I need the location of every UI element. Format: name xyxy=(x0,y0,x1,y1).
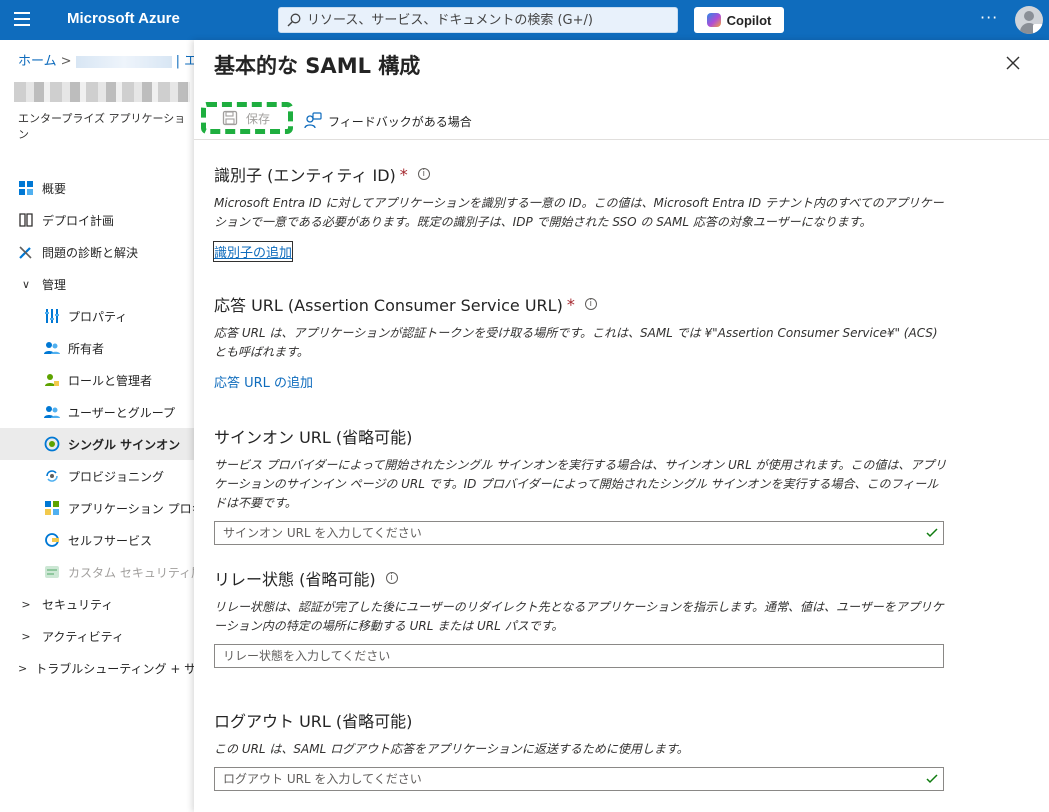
logout-url-title: ログアウト URL (省略可能) xyxy=(214,712,413,731)
logout-url-input[interactable] xyxy=(215,768,943,790)
sidebar-item-provisioning[interactable]: プロビジョニング xyxy=(0,460,194,492)
breadcrumb-tail[interactable]: | エ xyxy=(176,54,194,69)
lock-icon xyxy=(1033,24,1043,34)
copilot-label: Copilot xyxy=(726,12,772,28)
redacted-app-title xyxy=(14,82,190,102)
saml-config-blade: 基本的な SAML 構成 保存 フィードバックがある場合 識別子 (エンティティ… xyxy=(194,40,1049,812)
sidebar: ホーム > | エ エンタープライズ アプリケーション 概要 デプロイ計画 問題の… xyxy=(0,40,194,812)
wrench-icon xyxy=(18,244,34,260)
brand-title[interactable]: Microsoft Azure xyxy=(67,10,180,27)
section-signon-url: サインオン URL (省略可能) サービス プロバイダーによって開始されたシング… xyxy=(214,424,954,545)
sidebar-item-app-proxy[interactable]: アプリケーション プロキシ xyxy=(0,492,194,524)
copilot-button[interactable]: Copilot xyxy=(694,7,784,33)
chevron-right-icon: > xyxy=(18,661,28,675)
sidebar-item-properties[interactable]: プロパティ xyxy=(0,300,194,332)
feedback-icon xyxy=(304,112,322,129)
section-identifier: 識別子 (エンティティ ID) * i Microsoft Entra ID に… xyxy=(212,162,954,262)
checkmark-icon xyxy=(926,528,938,538)
sidebar-item-roles-admins[interactable]: ロールと管理者 xyxy=(0,364,194,396)
sidebar-item-overview[interactable]: 概要 xyxy=(0,172,194,204)
save-label: 保存 xyxy=(246,111,271,126)
relay-state-title: リレー状態 (省略可能) xyxy=(214,570,376,589)
signon-url-field xyxy=(214,521,944,545)
attributes-icon xyxy=(44,564,60,580)
info-icon[interactable]: i xyxy=(584,298,597,310)
section-reply-url: 応答 URL (Assertion Consumer Service URL) … xyxy=(214,292,954,392)
overview-icon xyxy=(18,180,34,196)
breadcrumb: ホーム > | エ xyxy=(18,50,194,69)
user-role-icon xyxy=(44,372,60,388)
users-icon xyxy=(44,340,60,356)
relay-state-field xyxy=(214,644,944,668)
signon-url-title: サインオン URL (省略可能) xyxy=(214,428,413,447)
save-button[interactable]: 保存 xyxy=(201,102,293,134)
users-groups-icon xyxy=(44,404,60,420)
logout-url-field xyxy=(214,767,944,791)
section-relay-state: リレー状態 (省略可能) i リレー状態は、認証が完了した後にユーザーのリダイレ… xyxy=(214,566,954,668)
save-icon xyxy=(222,110,238,126)
feedback-button[interactable]: フィードバックがある場合 xyxy=(304,112,472,130)
sidebar-item-custom-security-attributes: カスタム セキュリティ属性 xyxy=(0,556,194,588)
sidebar-item-users-groups[interactable]: ユーザーとグループ xyxy=(0,396,194,428)
add-reply-url-link[interactable]: 応答 URL の追加 xyxy=(214,372,313,391)
app-subtitle: エンタープライズ アプリケーション xyxy=(18,112,186,141)
search-input[interactable] xyxy=(307,12,667,28)
feedback-label: フィードバックがある場合 xyxy=(328,114,472,129)
sidebar-nav: 概要 デプロイ計画 問題の診断と解決 ∨ 管理 プロパティ 所有者 ロールと管理… xyxy=(0,172,194,684)
close-icon[interactable] xyxy=(1004,54,1022,72)
toolbar: 保存 フィードバックがある場合 xyxy=(194,100,1049,140)
info-icon[interactable]: i xyxy=(385,572,398,584)
reply-url-description: 応答 URL は、アプリケーションが認証トークンを受け取る場所です。これは、SA… xyxy=(214,326,938,359)
provisioning-icon xyxy=(44,468,60,484)
app-proxy-icon xyxy=(44,500,60,516)
properties-icon xyxy=(44,308,60,324)
redacted-app-name xyxy=(75,55,172,68)
section-logout-url: ログアウト URL (省略可能) この URL は、SAML ログアウト応答をア… xyxy=(214,708,954,791)
sidebar-group-manage[interactable]: ∨ 管理 xyxy=(0,268,194,300)
chevron-right-icon: > xyxy=(21,597,31,611)
relay-state-input[interactable] xyxy=(215,645,943,667)
top-bar: Microsoft Azure Copilot ··· xyxy=(0,0,1049,40)
breadcrumb-separator: > xyxy=(60,54,72,69)
sidebar-group-troubleshooting[interactable]: > トラブルシューティング + サポート xyxy=(0,652,194,684)
page-title: 基本的な SAML 構成 xyxy=(214,54,421,78)
sidebar-item-owners[interactable]: 所有者 xyxy=(0,332,194,364)
relay-state-description: リレー状態は、認証が完了した後にユーザーのリダイレクト先となるアプリケーションを… xyxy=(214,600,944,633)
chevron-down-icon: ∨ xyxy=(21,277,31,291)
hamburger-menu-icon[interactable] xyxy=(14,12,32,28)
info-icon[interactable]: i xyxy=(417,168,430,180)
reply-url-title: 応答 URL (Assertion Consumer Service URL) xyxy=(214,296,563,315)
sidebar-item-single-sign-on[interactable]: シングル サインオン xyxy=(0,428,194,460)
book-icon xyxy=(18,212,34,228)
signon-url-description: サービス プロバイダーによって開始されたシングル サインオンを実行する場合は、サ… xyxy=(214,458,947,510)
required-marker: * xyxy=(566,294,575,314)
sidebar-item-deployment-plan[interactable]: デプロイ計画 xyxy=(0,204,194,236)
sidebar-group-activity[interactable]: > アクティビティ xyxy=(0,620,194,652)
identifier-title: 識別子 (エンティティ ID) xyxy=(214,166,396,185)
search-icon xyxy=(287,13,301,27)
avatar[interactable] xyxy=(1015,6,1043,34)
sso-icon xyxy=(44,436,60,452)
more-options-icon[interactable]: ··· xyxy=(980,8,998,27)
logout-url-description: この URL は、SAML ログアウト応答をアプリケーションに返送するために使用… xyxy=(214,742,689,756)
global-search[interactable] xyxy=(278,7,678,33)
required-marker: * xyxy=(399,164,408,184)
copilot-icon xyxy=(706,13,721,27)
checkmark-icon xyxy=(926,774,938,784)
sidebar-item-diagnose[interactable]: 問題の診断と解決 xyxy=(0,236,194,268)
sidebar-group-security[interactable]: > セキュリティ xyxy=(0,588,194,620)
sidebar-item-self-service[interactable]: セルフサービス xyxy=(0,524,194,556)
add-identifier-link[interactable]: 識別子の追加 xyxy=(212,241,294,262)
breadcrumb-home[interactable]: ホーム xyxy=(18,54,57,69)
signon-url-input[interactable] xyxy=(215,522,943,544)
self-service-icon xyxy=(44,532,60,548)
identifier-description: Microsoft Entra ID に対してアプリケーションを識別する一意の … xyxy=(214,196,944,229)
chevron-right-icon: > xyxy=(21,629,31,643)
